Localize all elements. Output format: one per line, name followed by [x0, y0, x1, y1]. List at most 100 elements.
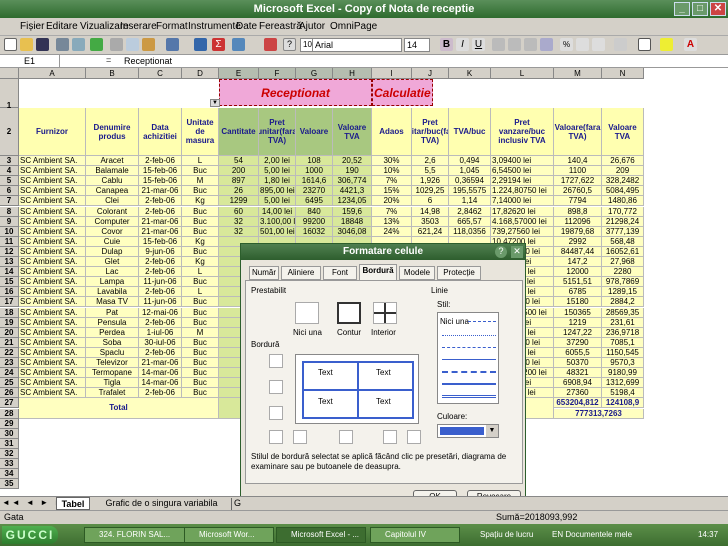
- tab-protection[interactable]: Protecție: [437, 266, 481, 280]
- table-cell[interactable]: 1029,25: [412, 186, 449, 197]
- tab-alignment[interactable]: Aliniere: [281, 266, 321, 280]
- table-cell[interactable]: Computer: [86, 216, 139, 227]
- table-cell[interactable]: 6,54500 lei: [491, 166, 554, 177]
- row-header[interactable]: 31: [0, 438, 19, 449]
- start-button[interactable]: GUCCI: [2, 526, 58, 544]
- print-icon[interactable]: [56, 38, 69, 51]
- table-cell[interactable]: 1100: [554, 166, 602, 177]
- table-cell[interactable]: 739,27560 lei: [491, 226, 554, 237]
- table-cell[interactable]: Lampa: [86, 277, 139, 288]
- line-style-none[interactable]: Nici una: [440, 317, 469, 326]
- table-cell[interactable]: 11-jun-06: [139, 277, 182, 288]
- table-cell[interactable]: 32: [219, 216, 259, 227]
- table-cell[interactable]: 14-mar-06: [139, 378, 182, 389]
- table-cell[interactable]: SC Ambient SA.: [19, 378, 86, 389]
- table-cell[interactable]: 5151,51: [554, 277, 602, 288]
- table-cell[interactable]: 19879,68: [554, 226, 602, 237]
- table-cell[interactable]: 895,00 lei: [259, 186, 296, 197]
- border-right-button[interactable]: [383, 430, 397, 444]
- table-cell[interactable]: Buc: [182, 378, 219, 389]
- row-header[interactable]: 1: [0, 79, 19, 110]
- table-cell[interactable]: 840: [296, 206, 333, 217]
- table-cell[interactable]: Glet: [86, 257, 139, 268]
- table-cell[interactable]: 17,82620 lei: [491, 206, 554, 217]
- table-cell[interactable]: 665,57: [449, 216, 491, 227]
- table-cell[interactable]: SC Ambient SA.: [19, 277, 86, 288]
- borders-icon[interactable]: [638, 38, 651, 51]
- tab-patterns[interactable]: Modele: [399, 266, 435, 280]
- cut-icon[interactable]: [110, 38, 123, 51]
- table-cell[interactable]: Buc: [182, 358, 219, 369]
- table-cell[interactable]: 306,774: [333, 176, 372, 187]
- row-header[interactable]: 21: [0, 337, 19, 348]
- table-cell[interactable]: 27,968: [602, 257, 644, 268]
- table-cell[interactable]: 15180: [554, 297, 602, 308]
- table-cell[interactable]: 1,045: [449, 166, 491, 177]
- table-cell[interactable]: 3777,139: [602, 226, 644, 237]
- table-cell[interactable]: 1614,6: [296, 176, 333, 187]
- table-cell[interactable]: 7,14000 lei: [491, 196, 554, 207]
- preset-outline-button[interactable]: [337, 302, 361, 324]
- table-cell[interactable]: 12000: [554, 267, 602, 278]
- menu-help[interactable]: Ajutor: [299, 21, 325, 32]
- table-cell[interactable]: L: [182, 287, 219, 298]
- table-cell[interactable]: 5,00 lei: [259, 196, 296, 207]
- table-cell[interactable]: 1.224,80750 lei: [491, 186, 554, 197]
- table-cell[interactable]: 15-feb-06: [139, 176, 182, 187]
- table-cell[interactable]: SC Ambient SA.: [19, 196, 86, 207]
- table-cell[interactable]: Buc: [182, 337, 219, 348]
- table-cell[interactable]: Spaclu: [86, 347, 139, 358]
- table-cell[interactable]: 2884,2: [602, 297, 644, 308]
- table-cell[interactable]: Lac: [86, 267, 139, 278]
- table-cell[interactable]: 2-feb-06: [139, 267, 182, 278]
- table-cell[interactable]: Tigla: [86, 378, 139, 389]
- border-preview[interactable]: Text Text Text Text: [295, 354, 419, 424]
- table-cell[interactable]: 2,29194 lei: [491, 176, 554, 187]
- table-cell[interactable]: Trafalet: [86, 388, 139, 399]
- table-cell[interactable]: 4.168,57000 lei: [491, 216, 554, 227]
- table-cell[interactable]: 84487,44: [554, 246, 602, 257]
- table-cell[interactable]: Buc: [182, 388, 219, 399]
- preset-inside-button[interactable]: [373, 302, 397, 324]
- align-right-icon[interactable]: [524, 38, 537, 51]
- table-cell[interactable]: Buc: [182, 246, 219, 257]
- undo-icon[interactable]: [166, 38, 179, 51]
- table-cell[interactable]: Buc: [182, 166, 219, 177]
- border-left-button[interactable]: [293, 430, 307, 444]
- row-header[interactable]: 29: [0, 418, 19, 429]
- table-cell[interactable]: 20,52: [333, 156, 372, 167]
- table-cell[interactable]: SC Ambient SA.: [19, 388, 86, 399]
- table-cell[interactable]: 6055,5: [554, 347, 602, 358]
- table-cell[interactable]: 18848: [333, 216, 372, 227]
- column-header[interactable]: L: [491, 68, 554, 79]
- table-cell[interactable]: 99200: [296, 216, 333, 227]
- table-cell[interactable]: Buc: [182, 226, 219, 237]
- table-cell[interactable]: 2,00 lei: [259, 156, 296, 167]
- row-header[interactable]: 33: [0, 459, 19, 470]
- row-header[interactable]: 10: [0, 226, 19, 237]
- underline-icon[interactable]: U: [472, 38, 485, 51]
- table-cell[interactable]: 2-feb-06: [139, 206, 182, 217]
- table-cell[interactable]: Kg: [182, 236, 219, 247]
- preview-icon[interactable]: [72, 38, 85, 51]
- table-cell[interactable]: Termopane: [86, 368, 139, 379]
- table-cell[interactable]: 6: [412, 196, 449, 207]
- table-cell[interactable]: 9570,3: [602, 358, 644, 369]
- table-cell[interactable]: 7794: [554, 196, 602, 207]
- italic-icon[interactable]: I: [456, 38, 469, 51]
- table-cell[interactable]: 1000: [296, 166, 333, 177]
- chevron-down-icon[interactable]: ▼: [486, 425, 498, 437]
- table-cell[interactable]: 13%: [372, 216, 412, 227]
- paste-icon[interactable]: [142, 38, 155, 51]
- table-cell[interactable]: Dulap: [86, 246, 139, 257]
- row-header[interactable]: 18: [0, 307, 19, 318]
- help-icon[interactable]: ?: [283, 38, 296, 51]
- table-cell[interactable]: 16052,61: [602, 246, 644, 257]
- sheet-tab-chart[interactable]: Grafic de o singura variabila: [92, 498, 232, 510]
- row-header[interactable]: 15: [0, 277, 19, 288]
- table-cell[interactable]: SC Ambient SA.: [19, 166, 86, 177]
- select-all-corner[interactable]: [0, 68, 19, 79]
- table-cell[interactable]: 118,0356: [449, 226, 491, 237]
- table-cell[interactable]: 7%: [372, 176, 412, 187]
- table-cell[interactable]: 3.100,00 lei: [259, 216, 296, 227]
